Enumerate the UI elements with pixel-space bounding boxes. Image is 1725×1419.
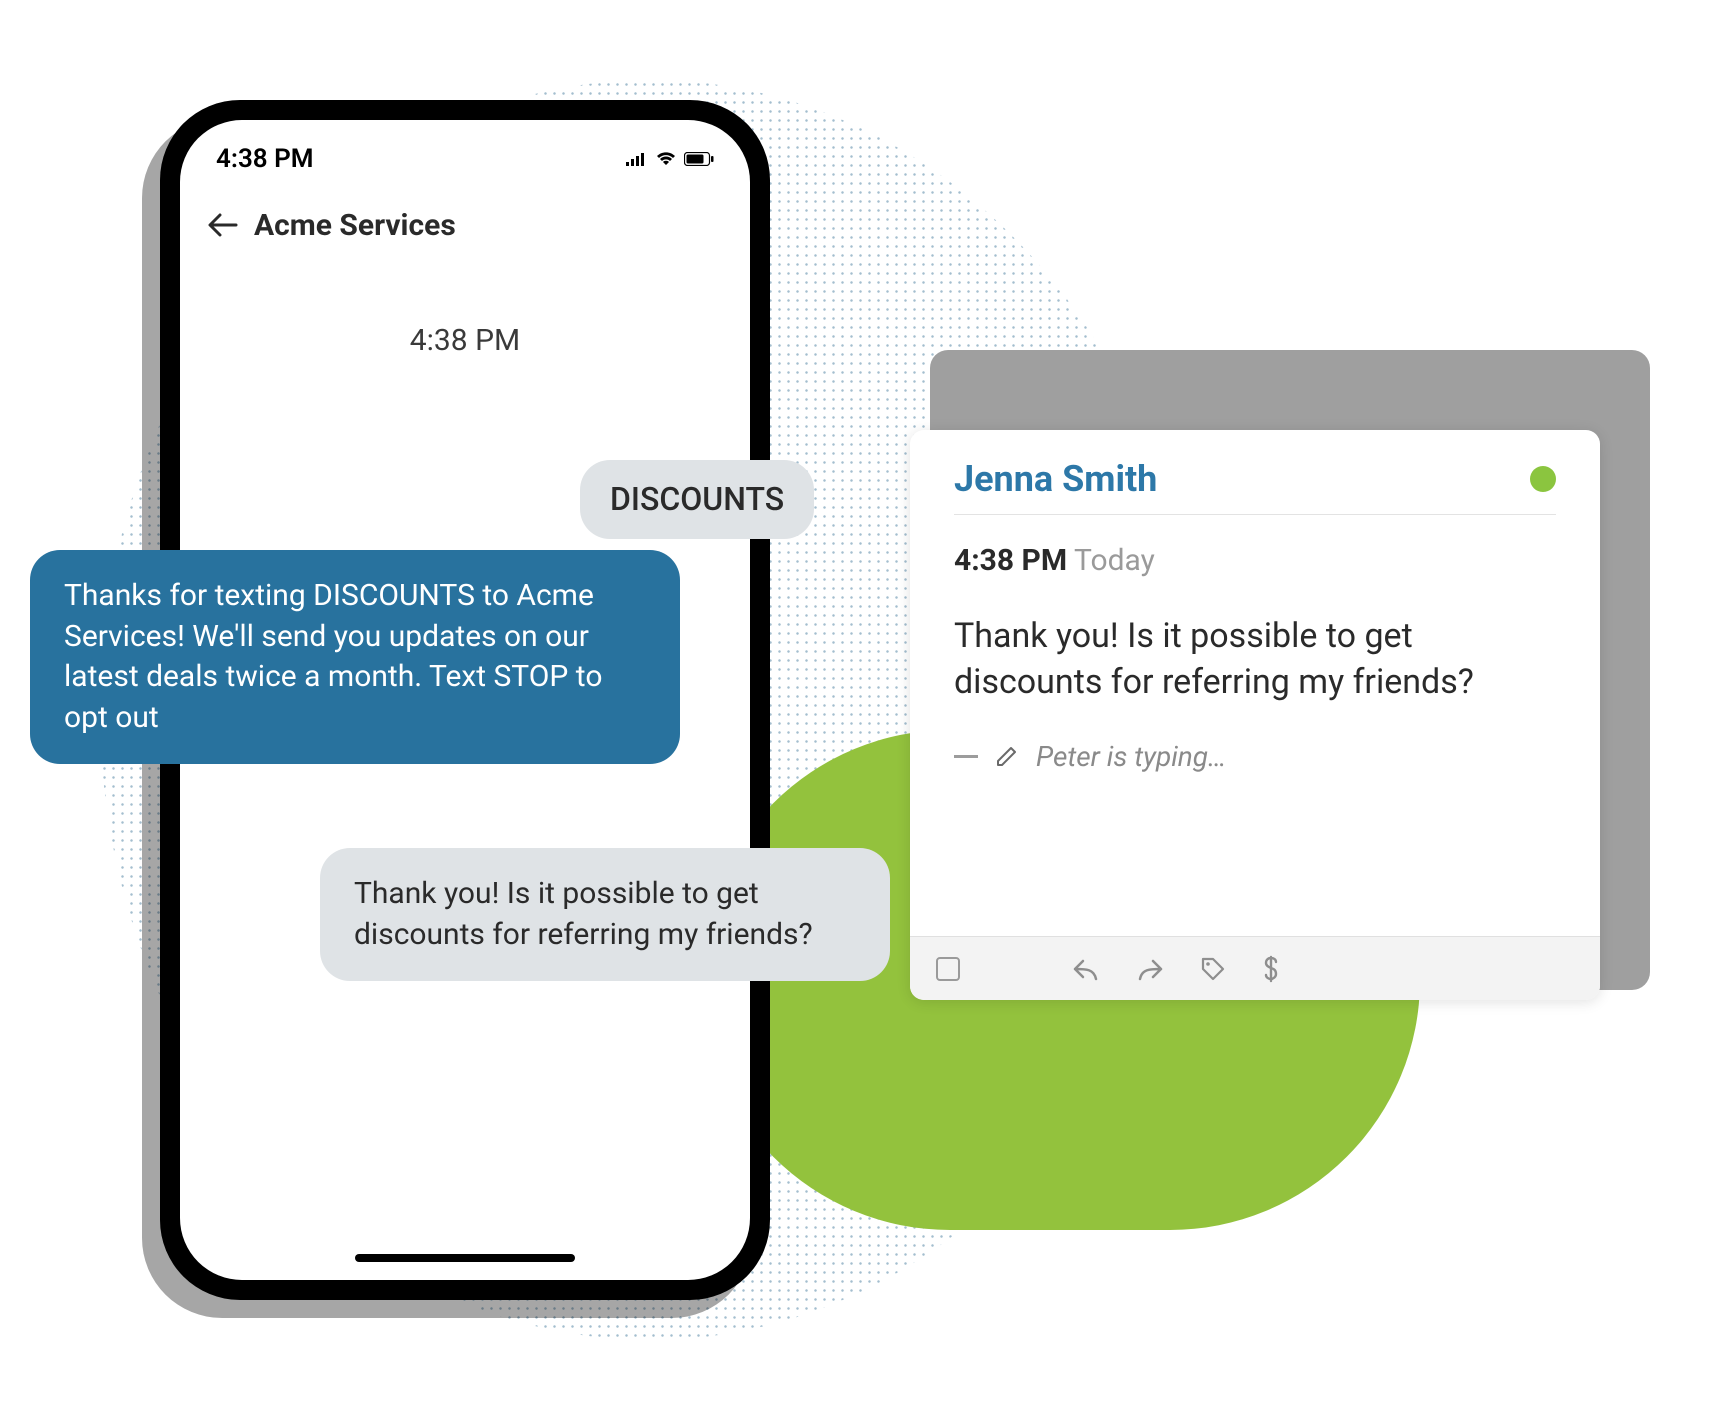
message-bubble-discounts: DISCOUNTS	[580, 460, 814, 539]
card-day: Today	[1074, 543, 1155, 578]
phone-status-bar: 4:38 PM	[180, 120, 750, 182]
card-toolbar	[910, 936, 1600, 1000]
phone-nav-bar: Acme Services	[180, 182, 750, 261]
typing-indicator: Peter is typing…	[954, 740, 1556, 773]
wifi-icon	[656, 152, 676, 166]
contact-name[interactable]: Jenna Smith	[954, 458, 1157, 500]
card-message-text: Thank you! Is it possible to get discoun…	[954, 614, 1556, 706]
pencil-icon	[994, 743, 1020, 769]
message-bubble-auto-reply: Thanks for texting DISCOUNTS to Acme Ser…	[30, 550, 680, 764]
typing-text: Peter is typing…	[1036, 740, 1226, 773]
desktop-conversation-card: Jenna Smith 4:38 PM Today Thank you! Is …	[910, 430, 1600, 1000]
back-arrow-icon[interactable]	[208, 209, 238, 243]
online-status-icon	[1530, 466, 1556, 492]
forward-arrow-icon[interactable]	[1136, 957, 1164, 981]
dollar-icon[interactable]	[1262, 955, 1280, 983]
tag-icon[interactable]	[1200, 956, 1226, 982]
card-timestamp: 4:38 PM Today	[954, 543, 1556, 578]
card-header: Jenna Smith	[954, 458, 1556, 515]
card-time: 4:38 PM	[954, 543, 1067, 578]
typing-line-icon	[954, 755, 978, 758]
battery-icon	[684, 152, 714, 166]
thread-timestamp: 4:38 PM	[180, 323, 750, 358]
chat-title: Acme Services	[254, 208, 456, 243]
home-indicator[interactable]	[355, 1254, 575, 1262]
message-bubble-user: Thank you! Is it possible to get discoun…	[320, 848, 890, 981]
select-checkbox[interactable]	[936, 957, 960, 981]
cellular-signal-icon	[626, 152, 648, 166]
reply-arrow-icon[interactable]	[1072, 957, 1100, 981]
status-time: 4:38 PM	[216, 144, 314, 174]
